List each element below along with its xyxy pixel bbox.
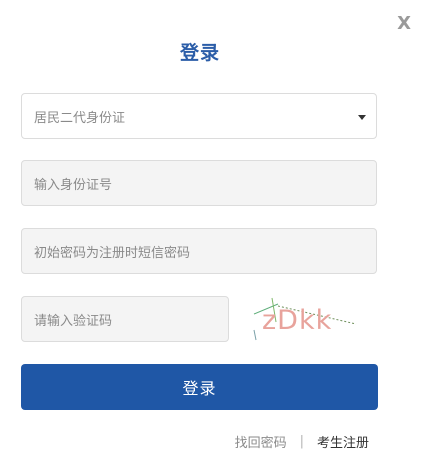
login-dialog: X 登录 居民二代身份证 输入身份证号 初始密码为注册时短信密码 请输入验证码 … bbox=[0, 0, 427, 461]
login-button[interactable]: 登录 bbox=[21, 364, 378, 410]
close-button[interactable]: X bbox=[397, 14, 411, 34]
id-type-selected-value: 居民二代身份证 bbox=[34, 110, 126, 126]
id-type-select[interactable]: 居民二代身份证 bbox=[21, 93, 377, 139]
register-link[interactable]: 考生注册 bbox=[317, 432, 369, 451]
password-input[interactable]: 初始密码为注册时短信密码 bbox=[21, 228, 377, 274]
id-number-input[interactable]: 输入身份证号 bbox=[21, 160, 377, 206]
id-number-placeholder: 输入身份证号 bbox=[34, 177, 113, 193]
captcha-placeholder: 请输入验证码 bbox=[34, 313, 113, 329]
footer-links: 找回密码 | 考生注册 bbox=[235, 432, 369, 451]
captcha-input[interactable]: 请输入验证码 bbox=[21, 296, 229, 342]
dropdown-caret-icon bbox=[358, 115, 366, 120]
link-separator: | bbox=[299, 434, 304, 449]
dialog-title: 登录 bbox=[179, 42, 220, 64]
captcha-image[interactable]: zDkk bbox=[248, 292, 358, 344]
password-placeholder: 初始密码为注册时短信密码 bbox=[34, 245, 191, 261]
captcha-text: zDkk bbox=[262, 305, 332, 336]
captcha-noise-line bbox=[253, 329, 257, 341]
forgot-password-link[interactable]: 找回密码 bbox=[235, 432, 287, 451]
